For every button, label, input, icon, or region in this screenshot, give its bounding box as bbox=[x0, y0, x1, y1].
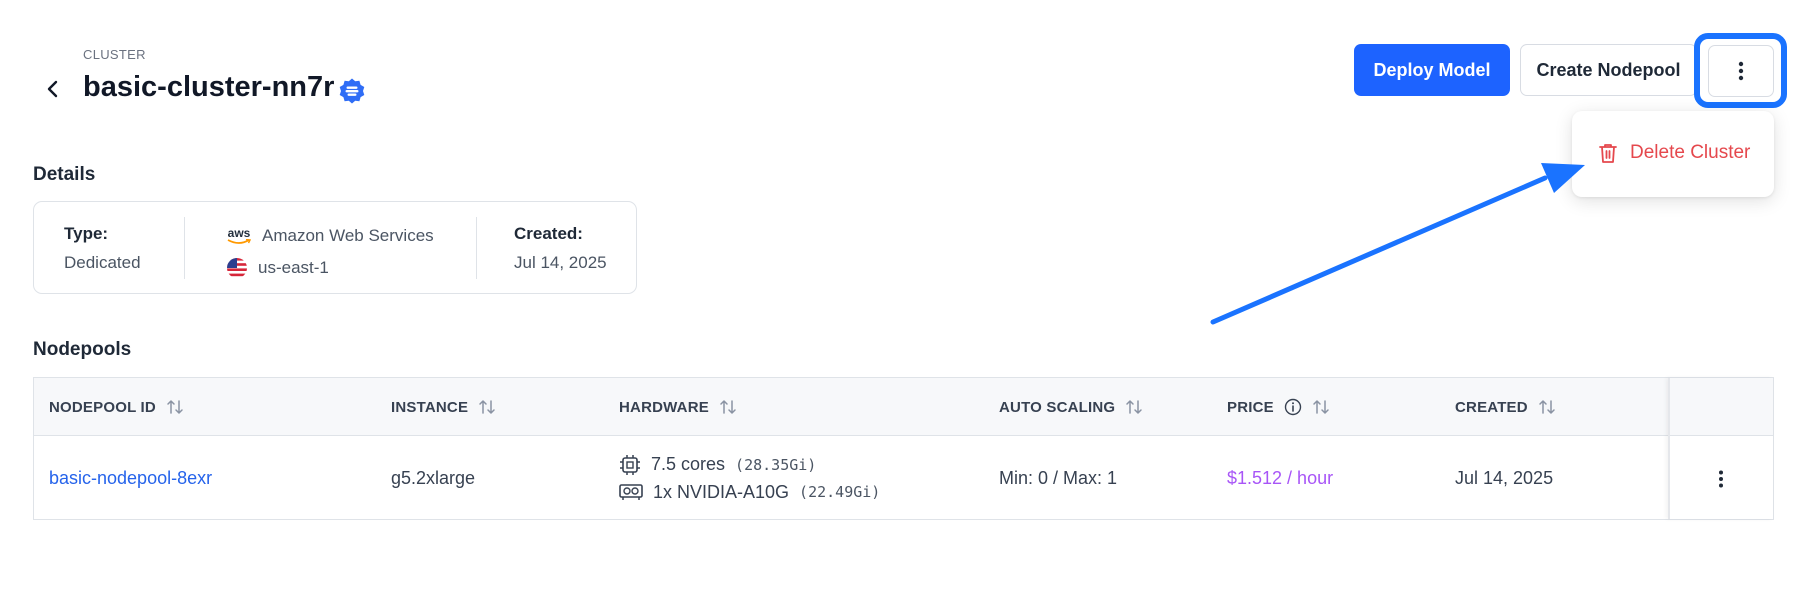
memory-value: (28.35Gi) bbox=[735, 455, 817, 474]
details-card: Type: Dedicated aws Amazon Web Services bbox=[33, 201, 637, 294]
create-nodepool-button[interactable]: Create Nodepool bbox=[1520, 44, 1697, 96]
table-header: NODEPOOL ID INSTANCE HARDWARE AUTO SCALI… bbox=[34, 378, 1773, 436]
provider-name: Amazon Web Services bbox=[262, 226, 434, 245]
column-header-created[interactable]: CREATED bbox=[1455, 378, 1556, 436]
aws-logo-icon: aws bbox=[226, 227, 252, 245]
more-vertical-icon bbox=[1719, 470, 1723, 488]
auto-scaling-cell: Min: 0 / Max: 1 bbox=[999, 467, 1118, 488]
created-cell: Jul 14, 2025 bbox=[1455, 467, 1554, 488]
delete-cluster-label: Delete Cluster bbox=[1630, 142, 1751, 163]
actions-column bbox=[1668, 378, 1773, 519]
details-section-title: Details bbox=[33, 164, 96, 185]
created-label: Created: bbox=[514, 224, 583, 243]
cpu-value: 7.5 cores bbox=[651, 454, 726, 474]
trash-icon bbox=[1599, 144, 1617, 163]
sort-icon bbox=[1313, 400, 1329, 414]
created-value: Jul 14, 2025 bbox=[514, 253, 607, 272]
nodepool-id-link[interactable]: basic-nodepool-8exr bbox=[49, 468, 212, 489]
region-value: us-east-1 bbox=[258, 258, 329, 277]
cpu-icon bbox=[620, 454, 640, 475]
column-header-price[interactable]: PRICE bbox=[1227, 378, 1330, 436]
page-header: CLUSTER basic-cluster-nn7r Deploy Model … bbox=[0, 0, 1812, 130]
sort-icon bbox=[167, 400, 183, 414]
chevron-left-icon bbox=[47, 80, 58, 98]
actions-column-header bbox=[1670, 378, 1773, 436]
column-header-nodepool-id[interactable]: NODEPOOL ID bbox=[49, 378, 184, 436]
nodepools-table: NODEPOOL ID INSTANCE HARDWARE AUTO SCALI… bbox=[33, 377, 1774, 520]
sort-icon bbox=[720, 400, 736, 414]
column-header-auto-scaling[interactable]: AUTO SCALING bbox=[999, 378, 1143, 436]
type-label: Type: bbox=[64, 224, 109, 243]
price-cell: $1.512 / hour bbox=[1227, 467, 1334, 488]
instance-cell: g5.2xlarge bbox=[391, 467, 476, 488]
more-options-menu: Delete Cluster bbox=[1572, 111, 1774, 197]
column-header-instance[interactable]: INSTANCE bbox=[391, 378, 496, 436]
deploy-model-button[interactable]: Deploy Model bbox=[1354, 44, 1510, 96]
more-button-highlight bbox=[1694, 33, 1787, 108]
us-flag-icon bbox=[227, 258, 247, 278]
column-header-hardware[interactable]: HARDWARE bbox=[619, 378, 737, 436]
gpu-icon bbox=[619, 484, 643, 500]
more-vertical-icon bbox=[1738, 61, 1744, 81]
sort-icon bbox=[479, 400, 495, 414]
gpu-memory-value: (22.49Gi) bbox=[799, 483, 881, 501]
sort-icon bbox=[1126, 400, 1143, 414]
created-detail: Created: Jul 14, 2025 bbox=[476, 202, 638, 295]
more-options-button[interactable] bbox=[1708, 45, 1774, 97]
page-eyebrow: CLUSTER bbox=[83, 47, 146, 62]
delete-cluster-menu-item[interactable]: Delete Cluster bbox=[1598, 136, 1750, 170]
provider-detail: aws Amazon Web Services us-east-1 bbox=[184, 202, 476, 295]
nodepool-id-cell: basic-nodepool-8exr bbox=[49, 437, 212, 519]
back-button[interactable] bbox=[40, 76, 66, 102]
page-title: basic-cluster-nn7r bbox=[83, 71, 335, 103]
type-value: Dedicated bbox=[64, 253, 141, 272]
verified-badge-icon bbox=[339, 78, 365, 104]
gpu-value: 1x NVIDIA-A10G bbox=[653, 481, 790, 502]
type-detail: Type: Dedicated bbox=[34, 202, 184, 295]
hardware-cell: 7.5 cores (28.35Gi) 1x NVIDIA-A10G (22.4… bbox=[619, 437, 880, 519]
sort-icon bbox=[1539, 400, 1555, 414]
row-more-options-button[interactable] bbox=[1706, 464, 1736, 494]
info-icon[interactable] bbox=[1284, 398, 1302, 416]
nodepools-section-title: Nodepools bbox=[33, 339, 132, 360]
